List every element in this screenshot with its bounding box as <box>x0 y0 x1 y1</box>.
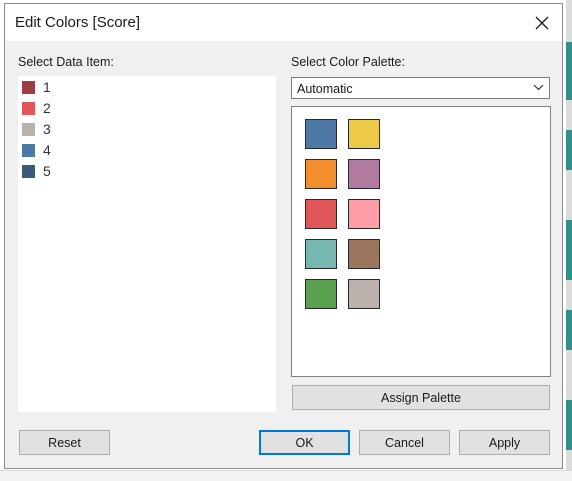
palette-swatch-grid <box>291 106 551 377</box>
background-band <box>566 220 572 280</box>
edit-colors-dialog: Edit Colors [Score] Select Data Item: Se… <box>4 3 563 469</box>
data-item-5[interactable]: 5 <box>22 162 51 180</box>
palette-swatch[interactable] <box>348 199 380 229</box>
data-item-2[interactable]: 2 <box>22 99 51 117</box>
data-item-swatch <box>22 122 35 136</box>
close-button[interactable] <box>522 4 562 41</box>
data-item-list[interactable]: 1 2 3 4 5 <box>18 76 276 412</box>
background-band <box>566 130 572 170</box>
data-item-swatch <box>22 164 35 178</box>
data-item-label: 5 <box>43 163 51 179</box>
data-item-swatch <box>22 101 35 115</box>
assign-palette-button[interactable]: Assign Palette <box>292 385 550 410</box>
select-color-palette-label: Select Color Palette: <box>291 55 405 69</box>
data-item-label: 2 <box>43 100 51 116</box>
data-item-swatch <box>22 143 35 157</box>
palette-swatch[interactable] <box>305 159 337 189</box>
color-palette-selected: Automatic <box>297 82 353 96</box>
palette-swatch[interactable] <box>348 159 380 189</box>
data-item-label: 1 <box>43 79 51 95</box>
close-icon <box>535 16 549 29</box>
reset-button[interactable]: Reset <box>19 430 110 455</box>
background-band <box>566 310 572 350</box>
apply-button[interactable]: Apply <box>459 430 550 455</box>
palette-swatch[interactable] <box>348 119 380 149</box>
ok-button[interactable]: OK <box>259 430 350 455</box>
data-item-3[interactable]: 3 <box>22 120 51 138</box>
dialog-title: Edit Colors [Score] <box>15 14 141 31</box>
chevron-down-icon <box>533 84 544 91</box>
palette-swatch[interactable] <box>348 279 380 309</box>
color-palette-dropdown[interactable]: Automatic <box>291 77 550 99</box>
select-data-item-label: Select Data Item: <box>18 55 114 69</box>
palette-swatch[interactable] <box>305 199 337 229</box>
data-item-4[interactable]: 4 <box>22 141 51 159</box>
palette-swatch[interactable] <box>305 239 337 269</box>
palette-swatch[interactable] <box>305 119 337 149</box>
background-band <box>566 400 572 450</box>
palette-swatch[interactable] <box>305 279 337 309</box>
data-item-label: 3 <box>43 121 51 137</box>
background-grid <box>0 470 572 481</box>
data-item-1[interactable]: 1 <box>22 78 51 96</box>
background-app-strip <box>566 0 572 480</box>
data-item-swatch <box>22 80 35 94</box>
title-bar: Edit Colors [Score] <box>5 4 562 41</box>
cancel-button[interactable]: Cancel <box>359 430 450 455</box>
data-item-label: 4 <box>43 142 51 158</box>
background-band <box>566 42 572 100</box>
palette-swatch[interactable] <box>348 239 380 269</box>
